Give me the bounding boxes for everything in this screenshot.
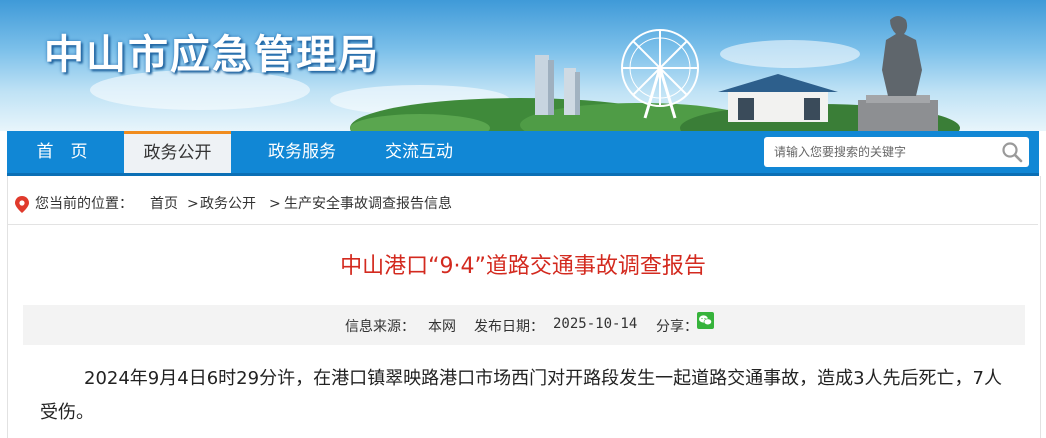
breadcrumb-label: 您当前的位置： [35, 196, 133, 212]
source-label: 信息来源： [345, 319, 415, 335]
nav-services[interactable]: 政务服务 [247, 131, 357, 173]
search-input[interactable]: 请输入您要搜索的关键字 [774, 137, 906, 167]
breadcrumb-divider [8, 224, 1038, 225]
search-box[interactable]: 请输入您要搜索的关键字 [764, 137, 1029, 167]
breadcrumb-separator: > [269, 196, 281, 212]
article-meta-bar: 信息来源： 本网 发布日期： 2025-10-14 分享： [23, 305, 1025, 345]
main-nav: 首 页 政务公开 政务服务 交流互动 请输入您要搜索的关键字 [7, 131, 1039, 176]
site-title: 中山市应急管理局 [44, 32, 380, 78]
nav-interaction[interactable]: 交流互动 [364, 131, 474, 173]
source-value: 本网 [428, 319, 456, 335]
date-label: 发布日期： [474, 319, 544, 335]
breadcrumb-category-link[interactable]: 生产安全事故调查报告信息 [284, 184, 452, 224]
nav-public-affairs[interactable]: 政务公开 [124, 131, 231, 173]
location-pin-icon [15, 196, 29, 213]
publish-date: 2025-10-14 [553, 316, 638, 332]
breadcrumb-section-link[interactable]: 政务公开 [200, 184, 256, 224]
breadcrumb-separator: > [187, 196, 199, 212]
article-paragraph: 2024年9月4日6时29分许，在港口镇翠映路港口市场西门对开路段发生一起道路交… [40, 368, 1002, 423]
breadcrumb: 您当前的位置： 首页 > 政务公开 > 生产安全事故调查报告信息 [7, 184, 1039, 224]
article-title: 中山港口“9·4”道路交通事故调查报告 [340, 254, 706, 279]
breadcrumb-home-link[interactable]: 首页 [150, 184, 178, 224]
nav-home[interactable]: 首 页 [7, 131, 117, 173]
site-banner: 中山市应急管理局 [0, 0, 1046, 131]
share-label: 分享： [656, 319, 698, 335]
search-icon[interactable] [1001, 141, 1023, 163]
wechat-icon[interactable] [697, 312, 714, 329]
